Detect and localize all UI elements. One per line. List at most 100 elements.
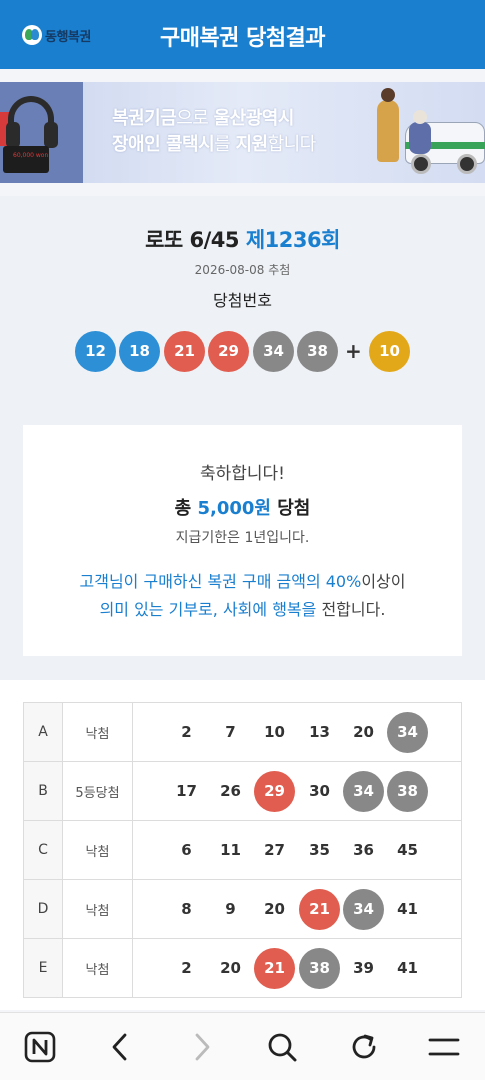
wheelchair-user-figure	[409, 122, 431, 154]
msg-part: 40%	[325, 572, 362, 591]
round-number: 제1236회	[245, 228, 341, 252]
ticket-numbers: 8 9 20 21 34 41	[132, 879, 462, 939]
ticket-number: 26	[220, 782, 241, 800]
msg-part: 의미 있는 기부로, 사회에	[99, 600, 273, 619]
ticket-numbers: 2 20 21 38 39 41	[132, 938, 462, 998]
ticket-number: 35	[309, 841, 330, 859]
ticket-number: 45	[397, 841, 418, 859]
msg-part: 이상이	[361, 572, 406, 591]
round-title: 로또 6/45 제1236회	[0, 224, 485, 254]
msg-part: 고객님이 구매하신 복권 구매 금액의	[79, 572, 326, 591]
draw-date: 2026-08-08 추첨	[194, 263, 291, 277]
ticket-number: 17	[176, 782, 197, 800]
msg-part: 전합니다.	[316, 600, 386, 619]
banner-text-part: 합니다	[267, 134, 317, 155]
ticket-number: 10	[264, 723, 285, 741]
ticket-set-label: D	[23, 879, 63, 939]
matched-number: 34	[343, 771, 384, 812]
refresh-icon[interactable]	[346, 1029, 382, 1065]
bonus-ball: 10	[369, 331, 410, 372]
prize-suffix: 당첨	[270, 498, 311, 519]
ticket-set-label: A	[23, 702, 63, 762]
ticket-table-section: A 낙첨 2 7 10 13 20 34 B 5등당첨 17 26 29 30 34 38 C 낙첨 6 11 27 35…	[0, 680, 485, 1010]
ticket-number: 9	[225, 900, 236, 918]
winning-ball: 29	[208, 331, 249, 372]
game-name: 로또 6/45	[145, 228, 246, 252]
donation-message: 고객님이 구매하신 복권 구매 금액의 40%이상이 의미 있는 기부로, 사회…	[23, 568, 462, 624]
search-icon[interactable]	[264, 1029, 300, 1065]
matched-number: 21	[254, 948, 295, 989]
wheel-shape	[411, 154, 431, 174]
ticket-number: 11	[220, 841, 241, 859]
caregiver-figure	[377, 100, 399, 162]
ticket-number: 20	[353, 723, 374, 741]
ticket-number: 6	[181, 841, 192, 859]
wheel-shape	[457, 154, 477, 174]
ticket-number: 13	[309, 723, 330, 741]
congrats-heading: 축하합니다!	[199, 464, 285, 484]
prize-prefix: 총	[174, 498, 198, 519]
banner-text-part: 복권기금	[112, 108, 177, 129]
table-row: B 5등당첨 17 26 29 30 34 38	[23, 761, 462, 821]
app-header: 동행복권 구매복권 당첨결과	[0, 0, 485, 69]
ticket-set-label: B	[23, 761, 63, 821]
msg-part: 행복을	[272, 600, 317, 619]
banner-illustration	[367, 82, 485, 183]
draw-result-section: 로또 6/45 제1236회 2026-08-08 추첨 당첨번호 + 12 18…	[0, 196, 485, 680]
headphone-cup-left	[6, 122, 20, 148]
menu-icon[interactable]	[426, 1029, 462, 1065]
table-row: A 낙첨 2 7 10 13 20 34	[23, 702, 462, 762]
banner-text-part: 으로	[176, 108, 214, 129]
ticket-numbers: 17 26 29 30 34 38	[132, 761, 462, 821]
prize-total: 총 5,000원 당첨	[23, 494, 462, 520]
wheelchair-user-head	[413, 110, 427, 124]
winning-numbers-label: 당첨번호	[213, 291, 272, 310]
table-row: D 낙첨 8 9 20 21 34 41	[23, 879, 462, 939]
winning-ball: 38	[297, 331, 338, 372]
payment-deadline: 지급기한은 1년입니다.	[175, 530, 310, 546]
ticket-numbers: 6 11 27 35 36 45	[132, 820, 462, 880]
prize-amount: 5,000원	[197, 498, 271, 519]
promo-banner[interactable]: 60,000 won 복권기금으로 울산광역시 장애인 콜택시를 지원합니다	[0, 82, 485, 183]
ticket-number: 20	[264, 900, 285, 918]
caregiver-head	[381, 88, 395, 102]
naver-home-icon[interactable]	[22, 1029, 58, 1065]
forward-icon[interactable]	[184, 1029, 220, 1065]
ticket-numbers: 2 7 10 13 20 34	[132, 702, 462, 762]
back-icon[interactable]	[102, 1029, 138, 1065]
ticket-number: 41	[397, 959, 418, 977]
ticket-number: 30	[309, 782, 330, 800]
ticket-table: A 낙첨 2 7 10 13 20 34 B 5등당첨 17 26 29 30 34 38 C 낙첨 6 11 27 35…	[23, 702, 462, 998]
gift-card: 60,000 won	[3, 146, 49, 173]
ticket-number: 39	[353, 959, 374, 977]
winning-ball: 21	[164, 331, 205, 372]
page-title: 구매복권 당첨결과	[159, 26, 326, 51]
matched-number: 38	[299, 948, 340, 989]
ticket-result: 낙첨	[62, 879, 133, 939]
banner-product-image: 60,000 won	[0, 82, 83, 183]
ticket-result: 5등당첨	[62, 761, 133, 821]
matched-number: 34	[343, 889, 384, 930]
ticket-result: 낙첨	[62, 938, 133, 998]
banner-text-part: 장애인 콜택시	[112, 134, 215, 155]
banner-text: 복권기금으로 울산광역시 장애인 콜택시를 지원합니다	[112, 106, 316, 158]
banner-text-part: 울산광역시	[213, 108, 295, 129]
banner-text-part: 를	[214, 134, 236, 155]
ticket-result: 낙첨	[62, 820, 133, 880]
winning-ball: 34	[253, 331, 294, 372]
matched-number: 21	[299, 889, 340, 930]
ticket-number: 7	[225, 723, 236, 741]
matched-number: 34	[387, 712, 428, 753]
table-row: E 낙첨 2 20 21 38 39 41	[23, 938, 462, 998]
ticket-number: 2	[181, 959, 192, 977]
ticket-number: 27	[264, 841, 285, 859]
ticket-number: 41	[397, 900, 418, 918]
banner-text-part: 지원	[235, 134, 268, 155]
browser-navbar	[0, 1012, 485, 1080]
ticket-number: 8	[181, 900, 192, 918]
winning-ball: 12	[75, 331, 116, 372]
winning-numbers: + 12 18 21 29 34 38 10	[0, 331, 485, 373]
ticket-number: 20	[220, 959, 241, 977]
winning-ball: 18	[119, 331, 160, 372]
table-row: C 낙첨 6 11 27 35 36 45	[23, 820, 462, 880]
